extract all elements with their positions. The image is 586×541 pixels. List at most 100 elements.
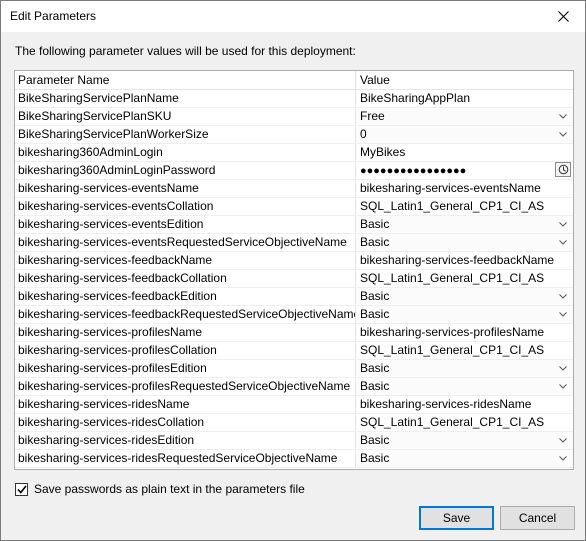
parameter-name-cell: bikesharing-services-eventsEdition xyxy=(15,216,356,233)
parameter-name-cell: bikesharing-services-eventsName xyxy=(15,180,356,197)
table-row[interactable]: bikesharing-services-profilesCollation SQ… xyxy=(15,342,573,360)
chevron-down-icon[interactable] xyxy=(559,126,567,143)
table-row[interactable]: bikesharing-services-feedbackEdition Basi… xyxy=(15,288,573,306)
parameter-name-cell: bikesharing-services-feedbackName xyxy=(15,252,356,269)
parameter-value-dropdown[interactable]: Basic xyxy=(356,234,573,251)
dropdown-value: Basic xyxy=(360,217,390,231)
column-header-value[interactable]: Value xyxy=(356,71,573,89)
table-row[interactable]: bikesharing-services-feedbackRequestedSe… xyxy=(15,306,573,324)
dropdown-value: Basic xyxy=(360,307,390,321)
chevron-down-icon[interactable] xyxy=(559,378,567,395)
chevron-down-icon[interactable] xyxy=(559,306,567,323)
parameter-value-input[interactable]: bikesharing-services-feedbackName xyxy=(356,252,573,269)
parameter-value-input[interactable]: bikesharing-services-ridesName xyxy=(356,396,573,413)
parameter-value-dropdown[interactable]: Basic xyxy=(356,378,573,395)
table-row[interactable]: bikesharing-services-feedbackCollation SQ… xyxy=(15,270,573,288)
input-value: bikesharing-services-ridesName xyxy=(360,397,532,411)
table-row[interactable]: bikesharing-services-ridesName bikesharin… xyxy=(15,396,573,414)
parameter-name-cell: bikesharing-services-ridesName xyxy=(15,396,356,413)
chevron-down-icon[interactable] xyxy=(559,450,567,467)
chevron-down-icon[interactable] xyxy=(559,108,567,125)
close-button[interactable] xyxy=(541,1,585,32)
table-row[interactable]: BikeSharingServicePlanName BikeSharingApp… xyxy=(15,90,573,108)
chevron-down-icon[interactable] xyxy=(559,432,567,449)
parameter-name-cell: bikesharing360AdminLoginPassword xyxy=(15,162,356,179)
parameter-name-cell: bikesharing-services-feedbackEdition xyxy=(15,288,356,305)
table-row[interactable]: BikeSharingServicePlanSKU Free xyxy=(15,108,573,126)
dropdown-value: Free xyxy=(360,109,385,123)
parameter-name-cell: bikesharing-services-ridesRequestedServi… xyxy=(15,450,356,467)
input-value: SQL_Latin1_General_CP1_CI_AS xyxy=(360,415,545,429)
parameter-value-input[interactable]: SQL_Latin1_General_CP1_CI_AS xyxy=(356,270,573,287)
parameter-value-dropdown[interactable]: Basic xyxy=(356,432,573,449)
parameter-value-input[interactable]: MyBikes xyxy=(356,144,573,161)
table-row[interactable]: bikesharing-services-eventsRequestedServ… xyxy=(15,234,573,252)
table-row[interactable]: bikesharing-services-ridesEdition Basic xyxy=(15,432,573,450)
dropdown-value: Basic xyxy=(360,451,390,465)
parameter-name-cell: bikesharing-services-ridesCollation xyxy=(15,414,356,431)
dropdown-value: Basic xyxy=(360,289,390,303)
save-passwords-option[interactable]: Save passwords as plain text in the para… xyxy=(15,482,305,496)
checkmark-icon xyxy=(16,485,27,494)
column-header-parameter-name[interactable]: Parameter Name xyxy=(15,71,356,89)
grid-body: BikeSharingServicePlanName BikeSharingApp… xyxy=(15,90,573,468)
parameter-value-dropdown[interactable]: Free xyxy=(356,108,573,125)
table-row[interactable]: bikesharing-services-profilesRequestedSe… xyxy=(15,378,573,396)
parameter-value-password[interactable]: ●●●●●●●●●●●●●●●● xyxy=(356,162,573,179)
table-row[interactable]: bikesharing-services-eventsEdition Basic xyxy=(15,216,573,234)
table-row[interactable]: bikesharing-services-profilesName bikesha… xyxy=(15,324,573,342)
parameter-name-cell: BikeSharingServicePlanWorkerSize xyxy=(15,126,356,143)
parameter-value-dropdown[interactable]: Basic xyxy=(356,216,573,233)
input-value: SQL_Latin1_General_CP1_CI_AS xyxy=(360,271,545,285)
parameter-name-cell: bikesharing-services-profilesCollation xyxy=(15,342,356,359)
parameter-value-input[interactable]: bikesharing-services-eventsName xyxy=(356,180,573,197)
parameter-value-dropdown[interactable]: Basic xyxy=(356,306,573,323)
parameter-value-input[interactable]: bikesharing-services-profilesName xyxy=(356,324,573,341)
table-row[interactable]: bikesharing360AdminLogin MyBikes xyxy=(15,144,573,162)
input-value: bikesharing-services-feedbackName xyxy=(360,253,555,267)
password-reveal-icon[interactable] xyxy=(555,162,571,177)
parameter-value-input[interactable]: SQL_Latin1_General_CP1_CI_AS xyxy=(356,342,573,359)
parameter-value-input[interactable]: SQL_Latin1_General_CP1_CI_AS xyxy=(356,414,573,431)
parameter-name-cell: bikesharing-services-feedbackRequestedSe… xyxy=(15,306,356,323)
save-button[interactable]: Save xyxy=(419,506,494,530)
table-row[interactable]: bikesharing-services-eventsCollation SQL_… xyxy=(15,198,573,216)
parameter-name-cell: bikesharing-services-profilesRequestedSe… xyxy=(15,378,356,395)
table-row[interactable]: BikeSharingServicePlanWorkerSize 0 xyxy=(15,126,573,144)
close-icon xyxy=(557,11,569,22)
parameter-name-cell: bikesharing-services-profilesName xyxy=(15,324,356,341)
parameter-name-cell: bikesharing-services-eventsRequestedServ… xyxy=(15,234,356,251)
table-row[interactable]: bikesharing-services-feedbackName bikesha… xyxy=(15,252,573,270)
save-passwords-checkbox[interactable] xyxy=(15,482,28,496)
parameter-value-input[interactable]: BikeSharingAppPlan xyxy=(356,90,573,107)
dropdown-value: Basic xyxy=(360,433,390,447)
table-row[interactable]: bikesharing-services-ridesCollation SQL_L… xyxy=(15,414,573,432)
chevron-down-icon[interactable] xyxy=(559,234,567,251)
chevron-down-icon[interactable] xyxy=(559,288,567,305)
parameter-value-dropdown[interactable]: Basic xyxy=(356,360,573,377)
table-row[interactable]: bikesharing-services-profilesEdition Basi… xyxy=(15,360,573,378)
input-value: SQL_Latin1_General_CP1_CI_AS xyxy=(360,199,545,213)
input-value: MyBikes xyxy=(360,145,406,159)
input-value: BikeSharingAppPlan xyxy=(360,91,471,105)
parameter-name-cell: bikesharing-services-eventsCollation xyxy=(15,198,356,215)
dropdown-value: Basic xyxy=(360,235,390,249)
save-passwords-label: Save passwords as plain text in the para… xyxy=(34,482,305,496)
dropdown-value: Basic xyxy=(360,379,390,393)
parameter-name-cell: bikesharing-services-ridesEdition xyxy=(15,432,356,449)
dialog-title: Edit Parameters xyxy=(10,9,97,23)
cancel-button[interactable]: Cancel xyxy=(500,506,575,530)
chevron-down-icon[interactable] xyxy=(559,360,567,377)
input-value: bikesharing-services-eventsName xyxy=(360,181,541,195)
table-row[interactable]: bikesharing-services-ridesRequestedServi… xyxy=(15,450,573,468)
dropdown-value: 0 xyxy=(360,127,367,141)
parameter-value-dropdown[interactable]: 0 xyxy=(356,126,573,143)
parameter-value-input[interactable]: SQL_Latin1_General_CP1_CI_AS xyxy=(356,198,573,215)
parameter-name-cell: bikesharing360AdminLogin xyxy=(15,144,356,161)
table-row[interactable]: bikesharing-services-eventsName bikeshari… xyxy=(15,180,573,198)
parameter-value-dropdown[interactable]: Basic xyxy=(356,450,573,467)
parameter-value-dropdown[interactable]: Basic xyxy=(356,288,573,305)
chevron-down-icon[interactable] xyxy=(559,216,567,233)
parameter-name-cell: BikeSharingServicePlanName xyxy=(15,90,356,107)
table-row[interactable]: bikesharing360AdminLoginPassword ●●●●●●●●… xyxy=(15,162,573,180)
